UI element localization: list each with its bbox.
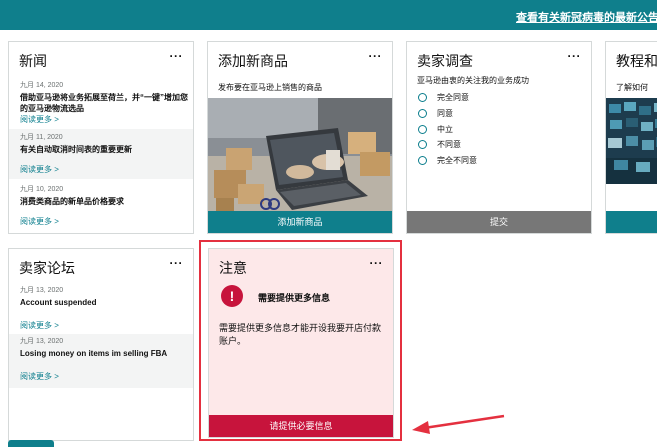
news-item: 九月 14, 2020 借助亚马逊将业务拓展至荷兰，并“一键”增加您的亚马逊物流… (9, 78, 193, 129)
add-product-card: 添加新商品 ··· 发布要在亚马逊上销售的商品 添加新商品 (207, 41, 393, 234)
covid-announcement-link[interactable]: 查看有关新冠病毒的最新公告 (516, 9, 657, 25)
news-headline[interactable]: 有关自动取消时间表的重要更新 (20, 144, 193, 155)
forum-post: 九月 13, 2020 Losing money on items im sel… (9, 334, 193, 388)
survey-submit-button[interactable]: 提交 (407, 211, 591, 233)
notice-card: 注意 ··· ! 需要提供更多信息 需要提供更多信息才能开设我要开店付款账户。 … (208, 248, 394, 438)
add-product-title: 添加新商品 (218, 53, 288, 69)
forum-title: 卖家论坛 (19, 260, 75, 276)
video-wall-illustration (606, 98, 657, 184)
survey-option-agree[interactable]: 同意 (418, 107, 453, 119)
news-date: 九月 14, 2020 (20, 82, 64, 89)
bottom-tab[interactable] (8, 440, 54, 447)
more-options-icon[interactable]: ··· (370, 257, 384, 269)
option-label: 完全同意 (437, 92, 469, 102)
option-label: 完全不同意 (437, 155, 477, 165)
news-headline[interactable]: 借助亚马逊将业务拓展至荷兰，并“一键”增加您的亚马逊物流选品 (20, 92, 193, 114)
read-more-link[interactable]: 阅读更多 > (20, 164, 193, 175)
read-more-link[interactable]: 阅读更多 > (20, 114, 193, 125)
news-item: 九月 10, 2020 消费类商品的新单品价格要求 阅读更多 > (9, 181, 193, 233)
tutorials-subtitle: 了解如何 (616, 83, 648, 92)
alert-icon: ! (221, 285, 243, 307)
news-card-title: 新闻 (19, 53, 47, 69)
add-product-button[interactable]: 添加新商品 (208, 211, 392, 233)
forum-post-title[interactable]: Account suspended (20, 297, 193, 308)
survey-question: 亚马逊由衷的关注我的业务成功 (417, 76, 529, 85)
alert-message: 需要提供更多信息才能开设我要开店付款账户。 (219, 323, 382, 346)
survey-option-disagree[interactable]: 不同意 (418, 138, 461, 150)
tutorials-button[interactable] (606, 211, 657, 233)
radio-button[interactable] (418, 139, 427, 149)
red-arrow-annotation (412, 414, 505, 434)
notice-title: 注意 (219, 260, 247, 276)
radio-button[interactable] (418, 92, 427, 102)
add-product-subtitle: 发布要在亚马逊上销售的商品 (218, 83, 322, 92)
provide-info-button[interactable]: 请提供必要信息 (209, 415, 393, 437)
alert-title: 需要提供更多信息 (258, 293, 331, 303)
radio-button[interactable] (418, 108, 427, 118)
option-label: 中立 (437, 124, 453, 134)
forum-post-date: 九月 13, 2020 (20, 338, 64, 345)
seller-forum-card: 卖家论坛 ··· 九月 13, 2020 Account suspended 阅… (8, 248, 194, 441)
news-headline[interactable]: 消费类商品的新单品价格要求 (20, 196, 193, 207)
more-options-icon[interactable]: ··· (170, 257, 184, 269)
news-item: 九月 11, 2020 有关自动取消时间表的重要更新 阅读更多 > (9, 129, 193, 179)
read-more-link[interactable]: 阅读更多 > (20, 216, 193, 227)
forum-post-date: 九月 13, 2020 (20, 287, 64, 294)
radio-button[interactable] (418, 155, 427, 165)
seller-laptop-photo (208, 98, 392, 212)
seller-survey-card: 卖家调查 ··· 亚马逊由衷的关注我的业务成功 完全同意 同意 中立 不同意 完… (406, 41, 592, 234)
news-date: 九月 11, 2020 (20, 134, 63, 141)
more-options-icon[interactable]: ··· (369, 50, 383, 62)
survey-title: 卖家调查 (417, 53, 473, 69)
read-more-link[interactable]: 阅读更多 > (20, 320, 193, 331)
news-date: 九月 10, 2020 (20, 186, 64, 193)
forum-post: 九月 13, 2020 Account suspended 阅读更多 > (9, 285, 193, 333)
survey-option-neutral[interactable]: 中立 (418, 123, 453, 135)
tutorials-card: 教程和 了解如何 (605, 41, 657, 234)
radio-button[interactable] (418, 124, 427, 134)
covid-banner: 查看有关新冠病毒的最新公告 (0, 0, 657, 30)
more-options-icon[interactable]: ··· (568, 50, 582, 62)
tutorials-thumbnail[interactable] (606, 98, 657, 184)
read-more-link[interactable]: 阅读更多 > (20, 371, 193, 382)
forum-post-title[interactable]: Losing money on items im selling FBA (20, 348, 193, 359)
survey-option-strongly-disagree[interactable]: 完全不同意 (418, 154, 477, 166)
option-label: 同意 (437, 108, 453, 118)
more-options-icon[interactable]: ··· (170, 50, 184, 62)
seller-laptop-illustration (208, 98, 392, 212)
news-card: 新闻 ··· 九月 14, 2020 借助亚马逊将业务拓展至荷兰，并“一键”增加… (8, 41, 194, 234)
survey-option-strongly-agree[interactable]: 完全同意 (418, 91, 469, 103)
option-label: 不同意 (437, 139, 461, 149)
tutorials-title: 教程和 (616, 53, 657, 69)
